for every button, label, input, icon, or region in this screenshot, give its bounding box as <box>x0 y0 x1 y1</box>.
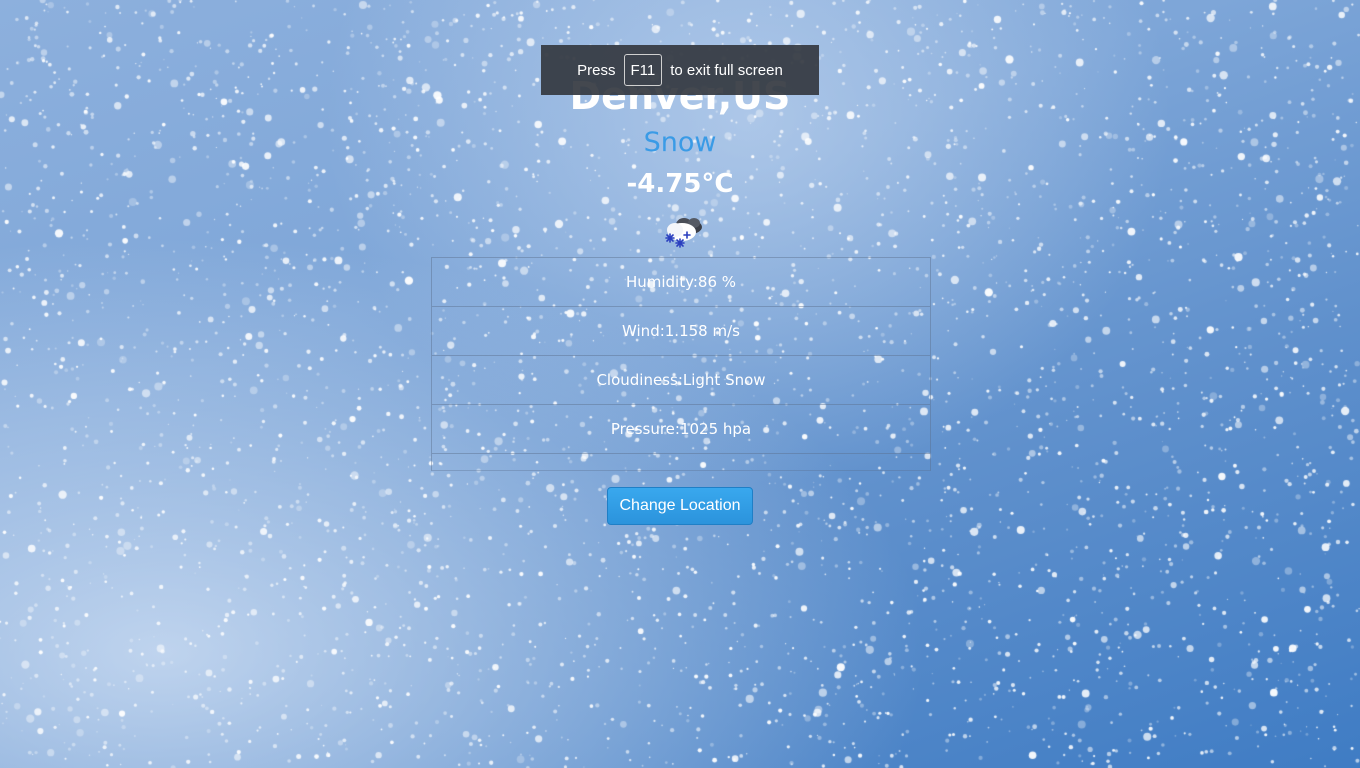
cloudiness-row: Cloudiness:Light Snow <box>432 356 930 405</box>
change-location-button[interactable]: Change Location <box>607 487 753 525</box>
fullscreen-exit-notice: Press F11 to exit full screen <box>541 45 819 95</box>
weather-condition: Snow <box>643 127 717 158</box>
wind-row: Wind:1.158 m/s <box>432 307 930 356</box>
weather-details-table: Humidity:86 % Wind:1.158 m/s Cloudiness:… <box>431 257 931 471</box>
f11-key-badge: F11 <box>623 54 663 86</box>
table-footer <box>432 454 930 471</box>
temperature: -4.75°C <box>626 169 734 199</box>
snow-cloud-icon <box>660 214 706 250</box>
pressure-row: Pressure:1025 hpa <box>432 405 930 454</box>
fullscreen-notice-suffix: to exit full screen <box>670 61 783 79</box>
weather-app: Denver,US Snow -4.75°C Humidity:86 % Win… <box>0 0 1360 768</box>
fullscreen-notice-prefix: Press <box>577 61 616 79</box>
humidity-row: Humidity:86 % <box>432 258 930 307</box>
